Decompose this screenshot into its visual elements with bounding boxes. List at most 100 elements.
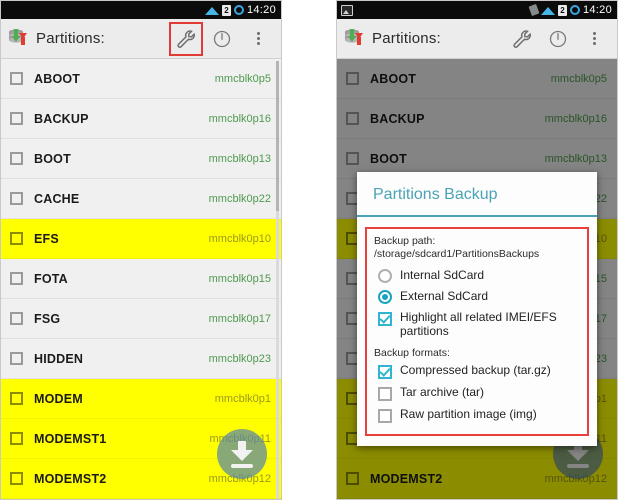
partition-name: ABOOT [34, 71, 81, 86]
row-checkbox[interactable] [10, 112, 23, 125]
option-label: Tar archive (tar) [400, 385, 485, 399]
row-checkbox[interactable] [10, 352, 23, 365]
sd-card-icon [528, 3, 540, 17]
table-row[interactable]: CACHE mmcblk0p22 [1, 179, 281, 219]
ring-icon [233, 5, 244, 15]
wifi-icon [540, 7, 555, 15]
backup-formats-label: Backup formats: [374, 347, 450, 359]
partition-name: EFS [34, 231, 59, 246]
row-checkbox[interactable] [10, 192, 23, 205]
partition-name: FSG [34, 311, 61, 326]
option-label: Raw partition image (img) [400, 407, 537, 421]
table-row[interactable]: BACKUP mmcblk0p16 [1, 99, 281, 139]
partition-list-right[interactable]: ABOOT mmcblk0p5 BACKUP mmcblk0p16 BOOT m… [337, 59, 617, 499]
table-row[interactable]: ABOOT mmcblk0p5 [1, 59, 281, 99]
table-row[interactable]: FOTA mmcblk0p15 [1, 259, 281, 299]
partition-name: BACKUP [34, 111, 89, 126]
option-label: Highlight all related IMEI/EFS partition… [400, 310, 557, 338]
partition-name: HIDDEN [34, 351, 84, 366]
page-title: Partitions: [372, 30, 441, 47]
row-checkbox[interactable] [10, 432, 23, 445]
wifi-icon [204, 7, 219, 15]
phone-screen-right: 2 14:20 Partitions: ABOOT mmcblk0p5 BACK… [336, 0, 618, 500]
partition-name: MODEMST2 [34, 471, 107, 486]
row-checkbox[interactable] [10, 472, 23, 485]
dialog-body: Backup path: /storage/sdcard1/Partitions… [357, 217, 597, 446]
gallery-icon [341, 4, 353, 16]
overflow-menu-icon[interactable] [241, 22, 275, 56]
backup-download-button[interactable] [217, 429, 267, 479]
partitions-backup-dialog: Partitions Backup Backup path: /storage/… [357, 172, 597, 446]
partition-device: mmcblk0p13 [208, 152, 271, 165]
checkbox-icon[interactable] [378, 387, 392, 401]
checkbox-compressed-backup[interactable]: Compressed backup (tar.gz) [374, 360, 580, 382]
partition-device: mmcblk0p10 [208, 232, 271, 245]
dialog-title: Partitions Backup [357, 172, 597, 217]
row-checkbox[interactable] [10, 312, 23, 325]
partition-name: CACHE [34, 191, 80, 206]
row-checkbox[interactable] [10, 272, 23, 285]
dialog-options-highlight-box: Backup path: /storage/sdcard1/Partitions… [365, 227, 589, 436]
ring-icon [569, 5, 580, 15]
radio-button-icon[interactable] [378, 269, 392, 283]
action-bar-right: Partitions: [337, 19, 617, 59]
scrollbar-thumb[interactable] [276, 61, 279, 211]
checkbox-checked-icon[interactable] [378, 312, 392, 326]
partition-name: MODEM [34, 391, 83, 406]
phone-screen-left: 2 14:20 Partitions: ABOOT mmcblk0p5 BACK… [0, 0, 282, 500]
partition-name: BOOT [34, 151, 71, 166]
power-icon[interactable] [205, 22, 239, 56]
backup-path-value: /storage/sdcard1/PartitionsBackups [374, 248, 540, 260]
status-bar-left: 2 14:20 [1, 1, 281, 19]
overflow-menu-icon[interactable] [577, 22, 611, 56]
partitions-stack-icon [343, 27, 367, 51]
table-row[interactable]: FSG mmcblk0p17 [1, 299, 281, 339]
status-bar-right-icons: 2 14:20 [528, 3, 612, 17]
table-row[interactable]: HIDDEN mmcblk0p23 [1, 339, 281, 379]
partition-device: mmcblk0p15 [208, 272, 271, 285]
status-bar-right: 2 14:20 [337, 1, 617, 19]
wrench-icon[interactable] [169, 21, 203, 56]
action-bar-buttons [169, 21, 275, 56]
option-label: Internal SdCard [400, 268, 485, 282]
partition-device: mmcblk0p16 [208, 112, 271, 125]
checkbox-checked-icon[interactable] [378, 365, 392, 379]
status-bar-left-icons [341, 4, 530, 16]
checkbox-tar-archive[interactable]: Tar archive (tar) [374, 382, 580, 404]
table-row[interactable]: MODEM mmcblk0p1 [1, 379, 281, 419]
partition-name: MODEMST1 [34, 431, 107, 446]
partition-device: mmcblk0p22 [208, 192, 271, 205]
radio-internal-sdcard[interactable]: Internal SdCard [374, 265, 580, 286]
backup-path-label: Backup path: [374, 235, 436, 247]
page-title: Partitions: [36, 30, 105, 47]
checkbox-icon[interactable] [378, 409, 392, 423]
option-label: Compressed backup (tar.gz) [400, 363, 551, 377]
partition-device: mmcblk0p5 [214, 72, 271, 85]
table-row[interactable]: BOOT mmcblk0p13 [1, 139, 281, 179]
status-bar-clock: 14:20 [582, 4, 612, 16]
power-icon[interactable] [541, 22, 575, 56]
partition-list-left[interactable]: ABOOT mmcblk0p5 BACKUP mmcblk0p16 BOOT m… [1, 59, 281, 499]
action-bar-buttons [505, 22, 611, 56]
download-arrow-icon [229, 440, 255, 468]
row-checkbox[interactable] [10, 392, 23, 405]
radio-button-selected-icon[interactable] [378, 290, 392, 304]
sim-icon: 2 [221, 4, 231, 16]
partition-device: mmcblk0p1 [214, 392, 271, 405]
row-checkbox[interactable] [10, 232, 23, 245]
table-row[interactable]: EFS mmcblk0p10 [1, 219, 281, 259]
sim-icon: 2 [557, 4, 567, 16]
row-checkbox[interactable] [10, 152, 23, 165]
row-checkbox[interactable] [10, 72, 23, 85]
partition-name: FOTA [34, 271, 68, 286]
radio-external-sdcard[interactable]: External SdCard [374, 286, 580, 307]
screenshot-root: 2 14:20 Partitions: ABOOT mmcblk0p5 BACK… [0, 0, 618, 500]
partition-device: mmcblk0p23 [208, 352, 271, 365]
checkbox-highlight-imei-efs[interactable]: Highlight all related IMEI/EFS partition… [374, 307, 580, 341]
partition-device: mmcblk0p17 [208, 312, 271, 325]
partitions-stack-icon [7, 27, 31, 51]
checkbox-raw-partition-image[interactable]: Raw partition image (img) [374, 404, 580, 426]
action-bar-left: Partitions: [1, 19, 281, 59]
option-label: External SdCard [400, 289, 489, 303]
wrench-icon[interactable] [505, 22, 539, 56]
